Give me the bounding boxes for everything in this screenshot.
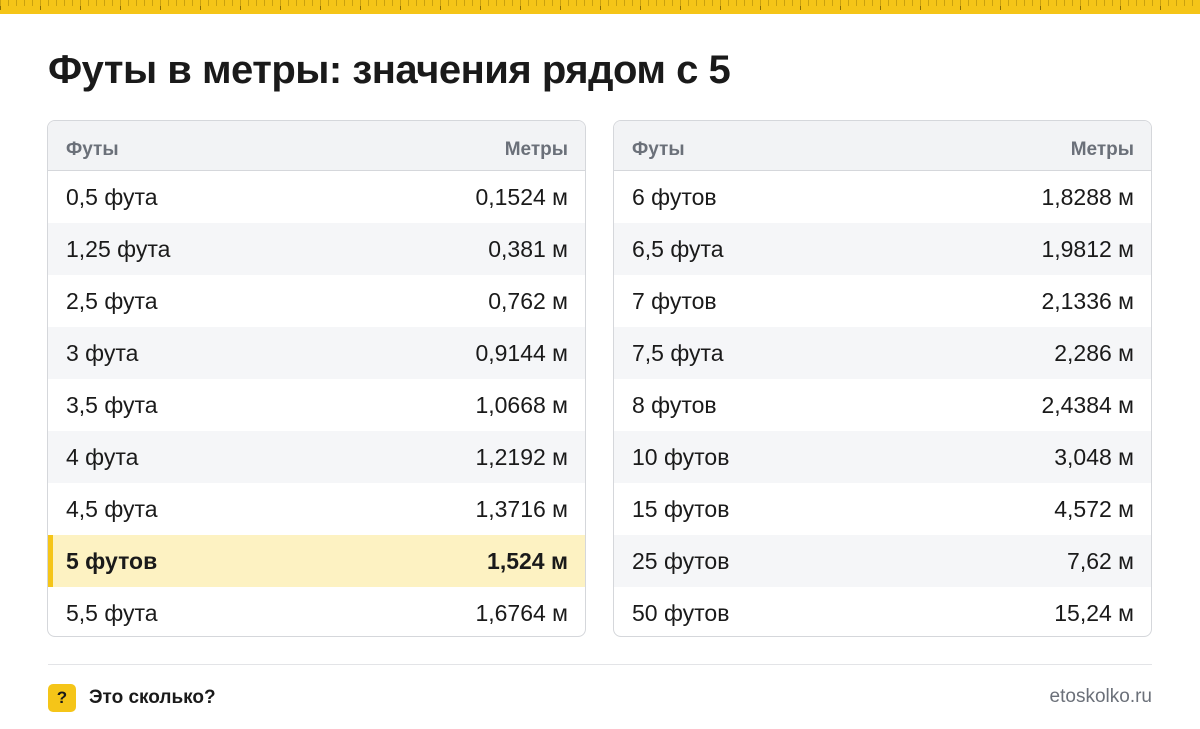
- cell-meters: 0,1524 м: [475, 183, 568, 210]
- table-header: Футы Метры: [48, 121, 585, 171]
- page-title: Футы в метры: значения рядом с 5: [48, 48, 731, 92]
- cell-feet: 3 фута: [66, 339, 139, 366]
- table-row: 6 футов 1,8288 м: [614, 171, 1151, 223]
- site-url: etoskolko.ru: [1049, 686, 1152, 707]
- cell-meters: 2,286 м: [1054, 339, 1134, 366]
- cell-feet: 6 футов: [632, 183, 717, 210]
- conversion-table-right: Футы Метры 6 футов 1,8288 м 6,5 фута 1,9…: [613, 120, 1152, 637]
- table-row: 0,5 фута 0,1524 м: [48, 171, 585, 223]
- cell-feet: 8 футов: [632, 391, 717, 418]
- table-row: 3 фута 0,9144 м: [48, 327, 585, 379]
- cell-feet: 50 футов: [632, 599, 730, 626]
- cell-meters: 0,9144 м: [475, 339, 568, 366]
- header-meters: Метры: [504, 139, 568, 160]
- table-row: 15 футов 4,572 м: [614, 483, 1151, 535]
- cell-feet: 4,5 фута: [66, 495, 158, 522]
- cell-meters: 1,2192 м: [475, 443, 568, 470]
- header-meters: Метры: [1070, 139, 1134, 160]
- cell-feet: 5,5 фута: [66, 599, 158, 626]
- table-row: 10 футов 3,048 м: [614, 431, 1151, 483]
- table-row: 7,5 фута 2,286 м: [614, 327, 1151, 379]
- ruler-strip: [0, 0, 1200, 14]
- table-row: 2,5 фута 0,762 м: [48, 275, 585, 327]
- cell-meters: 4,572 м: [1054, 495, 1134, 522]
- cell-feet: 5 футов: [66, 547, 158, 574]
- table-row: 1,25 фута 0,381 м: [48, 223, 585, 275]
- table-row: 25 футов 7,62 м: [614, 535, 1151, 587]
- cell-feet: 4 фута: [66, 443, 139, 470]
- table-row: 7 футов 2,1336 м: [614, 275, 1151, 327]
- cell-feet: 1,25 фута: [66, 235, 171, 262]
- cell-meters: 15,24 м: [1054, 599, 1134, 626]
- table-row: 3,5 фута 1,0668 м: [48, 379, 585, 431]
- footer-brand: ? Это сколько?: [48, 684, 216, 712]
- cell-meters: 0,381 м: [488, 235, 568, 262]
- cell-feet: 3,5 фута: [66, 391, 158, 418]
- cell-meters: 1,3716 м: [475, 495, 568, 522]
- table-row-highlighted: 5 футов 1,524 м: [48, 535, 585, 587]
- brand-name: Это сколько?: [89, 687, 216, 708]
- cell-meters: 1,8288 м: [1041, 183, 1134, 210]
- cell-meters: 1,0668 м: [475, 391, 568, 418]
- cell-feet: 7,5 фута: [632, 339, 724, 366]
- cell-feet: 15 футов: [632, 495, 730, 522]
- cell-meters: 1,524 м: [487, 547, 568, 574]
- header-feet: Футы: [66, 139, 119, 160]
- cell-meters: 1,6764 м: [475, 599, 568, 626]
- question-mark-icon: ?: [48, 684, 76, 712]
- cell-feet: 25 футов: [632, 547, 730, 574]
- table-row: 6,5 фута 1,9812 м: [614, 223, 1151, 275]
- table-row: 4 фута 1,2192 м: [48, 431, 585, 483]
- cell-meters: 2,4384 м: [1041, 391, 1134, 418]
- cell-meters: 7,62 м: [1067, 547, 1134, 574]
- cell-feet: 6,5 фута: [632, 235, 724, 262]
- cell-feet: 0,5 фута: [66, 183, 158, 210]
- cell-feet: 7 футов: [632, 287, 717, 314]
- cell-meters: 0,762 м: [488, 287, 568, 314]
- cell-meters: 1,9812 м: [1041, 235, 1134, 262]
- cell-feet: 2,5 фута: [66, 287, 158, 314]
- table-row: 5,5 фута 1,6764 м: [48, 587, 585, 636]
- header-feet: Футы: [632, 139, 685, 160]
- table-row: 8 футов 2,4384 м: [614, 379, 1151, 431]
- table-row: 50 футов 15,24 м: [614, 587, 1151, 636]
- table-header: Футы Метры: [614, 121, 1151, 171]
- table-row: 4,5 фута 1,3716 м: [48, 483, 585, 535]
- cell-feet: 10 футов: [632, 443, 730, 470]
- cell-meters: 2,1336 м: [1041, 287, 1134, 314]
- cell-meters: 3,048 м: [1054, 443, 1134, 470]
- conversion-table-left: Футы Метры 0,5 фута 0,1524 м 1,25 фута 0…: [47, 120, 586, 637]
- footer-divider: [48, 664, 1152, 665]
